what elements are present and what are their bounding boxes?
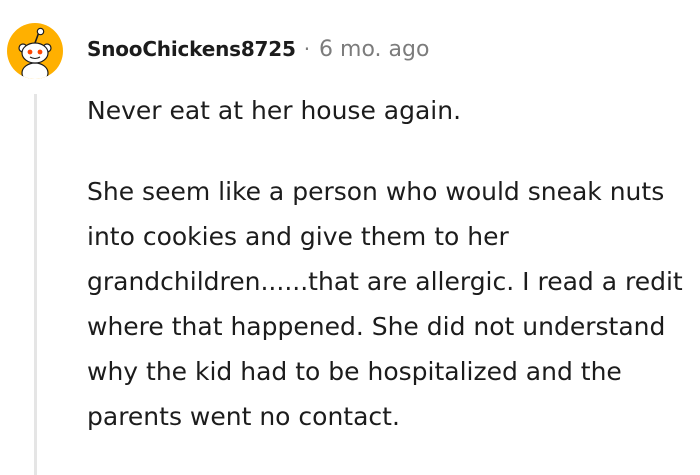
comment-paragraph: Never eat at her house again. — [87, 96, 462, 125]
comment-meta: SnooChickens8725 · 6 mo. ago — [87, 34, 429, 64]
comment-paragraph: She seem like a person who would sneak n… — [87, 177, 683, 431]
timestamp[interactable]: 6 mo. ago — [319, 37, 429, 62]
reddit-snoo-icon — [18, 27, 52, 79]
avatar[interactable] — [7, 23, 63, 79]
username-link[interactable]: SnooChickens8725 — [87, 37, 296, 61]
separator-dot: · — [303, 37, 311, 61]
thread-collapse-line[interactable] — [34, 94, 37, 475]
comment-body: Never eat at her house again. She seem l… — [87, 88, 692, 439]
comment: SnooChickens8725 · 6 mo. ago Never eat a… — [0, 0, 700, 475]
